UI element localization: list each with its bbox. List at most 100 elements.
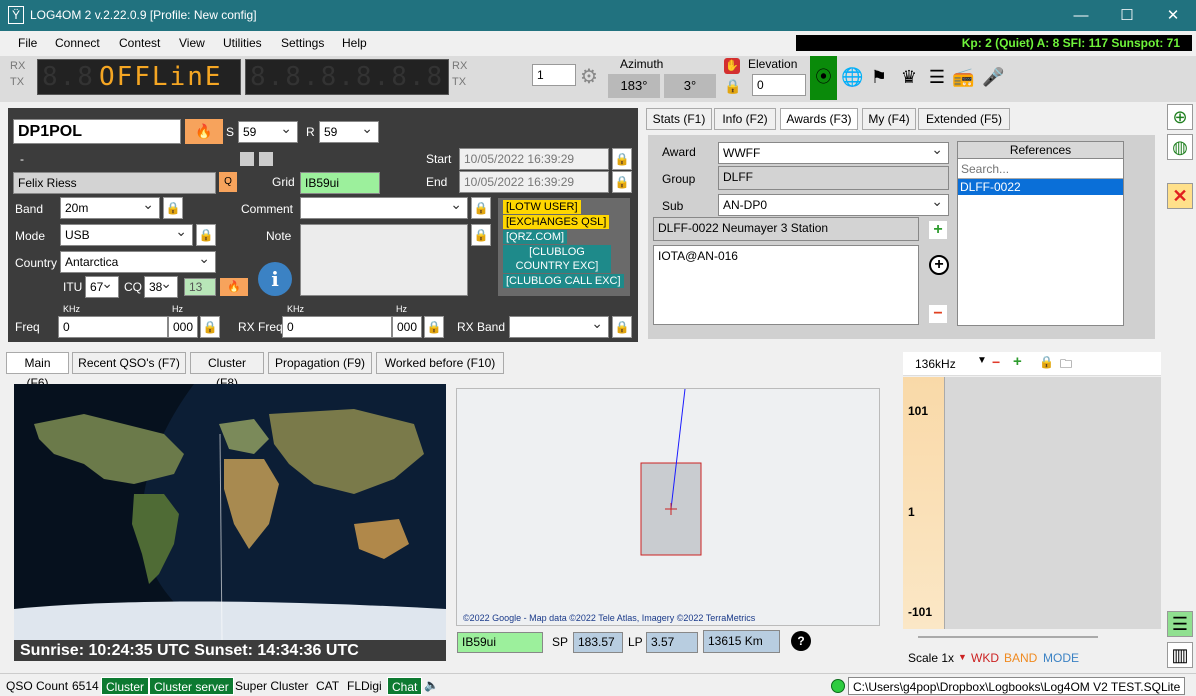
start-input[interactable]: 10/05/2022 16:39:29 [459, 148, 609, 170]
folder-icon[interactable]: 🗀 [1060, 355, 1072, 376]
comment-lock-icon[interactable]: 🔒 [471, 197, 491, 219]
grid-input[interactable]: IB59ui [300, 172, 380, 194]
rx-band-lock-icon[interactable]: 🔒 [612, 316, 632, 338]
note-input[interactable] [300, 224, 468, 296]
azimuth-value[interactable]: 183° [608, 74, 660, 98]
references-search[interactable] [958, 159, 1123, 179]
close-button[interactable]: ✕ [1150, 0, 1196, 31]
lock-icon[interactable]: 🔒 [724, 78, 741, 95]
band-lock-icon[interactable]: 🔒 [163, 197, 183, 219]
cluster-server-status[interactable]: Cluster server [149, 677, 234, 695]
scope-scrollbar[interactable] [918, 636, 1098, 638]
scope-span[interactable]: 136kHz [915, 357, 956, 371]
rst-received[interactable]: 59 [319, 120, 379, 143]
rx-freq-hz-input[interactable]: 000 [392, 316, 422, 338]
tab-worked-before[interactable]: Worked before (F10) [376, 352, 504, 374]
freq-hz-input[interactable]: 000 [168, 316, 198, 338]
google-map[interactable]: ©2022 Google - Map data ©2022 Tele Atlas… [456, 388, 880, 626]
menu-help[interactable]: Help [342, 36, 367, 50]
zoom-out-icon[interactable]: − [992, 354, 1000, 370]
scope-wkd[interactable]: WKD [971, 651, 999, 665]
tab-awards[interactable]: Awards (F3) [780, 108, 858, 130]
antenna-icon[interactable]: ⚑ [868, 66, 890, 88]
scope-band[interactable]: BAND [1004, 651, 1037, 665]
flame-icon[interactable]: 🔥 [185, 119, 223, 144]
tab-recent-qsos[interactable]: Recent QSO's (F7) [72, 352, 186, 374]
itu-select[interactable]: 67 [85, 275, 119, 298]
azimuth-offset[interactable]: 3° [664, 74, 716, 98]
maximize-button[interactable]: ☐ [1104, 0, 1150, 31]
menu-view[interactable]: View [179, 36, 205, 50]
chevron-down-icon[interactable]: ▼ [977, 355, 987, 366]
tab-stats[interactable]: Stats (F1) [646, 108, 712, 130]
tab-cluster[interactable]: Cluster (F8) [190, 352, 264, 390]
gear-icon[interactable]: ⚙ [580, 64, 598, 89]
band-select[interactable]: 20m [60, 196, 160, 219]
radio-selector[interactable]: 1 [532, 64, 576, 86]
rx-freq-lock-icon[interactable]: 🔒 [424, 316, 444, 338]
rx-freq-khz-input[interactable]: 0 [282, 316, 392, 338]
info-icon[interactable]: i [258, 262, 292, 296]
menu-utilities[interactable]: Utilities [223, 36, 262, 50]
start-lock-icon[interactable]: 🔒 [612, 148, 632, 170]
tab-main[interactable]: Main (F6) [6, 352, 69, 390]
fldigi-status[interactable]: FLDigi [343, 677, 386, 695]
note-lock-icon[interactable]: 🔒 [471, 224, 491, 246]
globe-side-icon[interactable]: ◍ [1167, 134, 1193, 160]
callsign-input[interactable]: DP1POL [13, 119, 181, 144]
menu-contest[interactable]: Contest [119, 36, 160, 50]
country-select[interactable]: Antarctica [60, 250, 216, 273]
speaker-icon[interactable]: 🔈 [424, 678, 439, 692]
add-reference-icon[interactable]: + [929, 221, 947, 239]
tag-qrz[interactable]: [QRZ.COM] [503, 230, 568, 244]
scope-area[interactable]: 101 1 -101 [903, 377, 1161, 629]
award-select[interactable]: WWFF [718, 141, 949, 164]
tag-lotw[interactable]: [LOTW USER] [503, 200, 581, 214]
cq-select[interactable]: 38 [144, 275, 178, 298]
mode-lock-icon[interactable]: 🔒 [196, 224, 216, 246]
microphone-icon[interactable]: 🎤 [982, 66, 1004, 88]
menu-file[interactable]: File [18, 36, 37, 50]
chat-status[interactable]: Chat [387, 677, 423, 695]
sub-select[interactable]: AN-DP0 [718, 193, 949, 216]
add-icon[interactable]: ⊕ [1167, 104, 1193, 130]
rst-sent[interactable]: 59 [238, 120, 298, 143]
award-icon[interactable]: ♛ [898, 66, 920, 88]
menu-connect[interactable]: Connect [55, 36, 100, 50]
elevation-input[interactable]: 0 [752, 74, 806, 96]
super-cluster-status[interactable]: Super Cluster [231, 677, 312, 695]
list-icon[interactable]: ☰ [926, 66, 948, 88]
mode-select[interactable]: USB [60, 223, 193, 246]
wifi-icon[interactable]: ⦿ [810, 56, 837, 100]
remove-reference-icon[interactable]: − [929, 305, 947, 323]
zoom-in-icon[interactable]: + [1013, 353, 1022, 370]
scope-lock-icon[interactable]: 🔒 [1039, 355, 1054, 369]
stop-rotor-icon[interactable]: ✋ [724, 58, 740, 74]
tag-clublog-call[interactable]: [CLUBLOG CALL EXC] [503, 274, 624, 288]
tag-exchanges[interactable]: [EXCHANGES QSL] [503, 215, 610, 229]
tab-extended[interactable]: Extended (F5) [918, 108, 1010, 130]
globe-icon[interactable]: 🌐 [841, 66, 863, 88]
flame-icon-small[interactable]: 🔥 [220, 278, 248, 296]
tab-my[interactable]: My (F4) [862, 108, 916, 130]
scope-mode[interactable]: MODE [1043, 651, 1079, 665]
scale-chevron-icon[interactable]: ▼ [958, 652, 967, 662]
tab-propagation[interactable]: Propagation (F9) [268, 352, 372, 374]
comment-input[interactable] [300, 196, 468, 219]
freq-lock-icon[interactable]: 🔒 [200, 316, 220, 338]
rx-band-select[interactable] [509, 315, 609, 338]
end-input[interactable]: 10/05/2022 16:39:29 [459, 171, 609, 193]
plus-circle-icon[interactable]: + [929, 255, 949, 275]
help-icon[interactable]: ? [791, 631, 811, 651]
swatch-2[interactable] [259, 152, 273, 166]
swatch-1[interactable] [240, 152, 254, 166]
qrz-icon[interactable]: Q [219, 172, 237, 192]
panel-list-icon[interactable]: ☰ [1167, 611, 1193, 637]
stats-chart-icon[interactable]: ▥ [1167, 642, 1193, 668]
cat-status[interactable]: CAT [312, 677, 343, 695]
menu-settings[interactable]: Settings [281, 36, 324, 50]
tag-clublog-country[interactable]: [CLUBLOG COUNTRY EXC] [503, 245, 611, 273]
greyline-map[interactable] [14, 384, 446, 640]
tab-info[interactable]: Info (F2) [714, 108, 776, 130]
end-lock-icon[interactable]: 🔒 [612, 171, 632, 193]
